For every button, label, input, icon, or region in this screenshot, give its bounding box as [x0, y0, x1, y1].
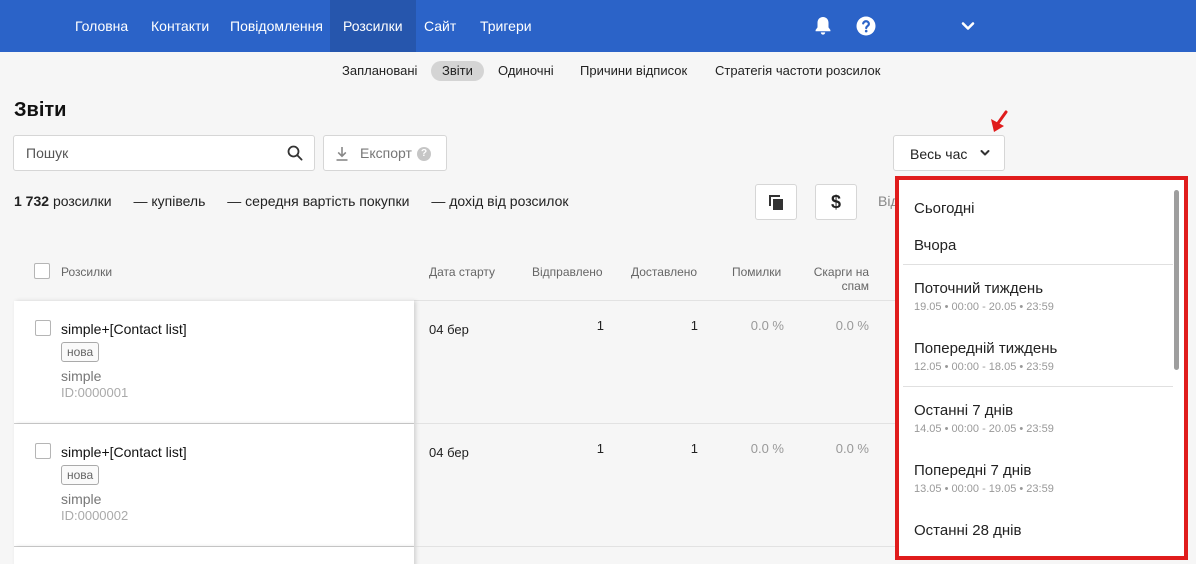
period-option-previous-week[interactable]: Попередній тиждень 12.05 • 00:00 - 18.05…: [914, 340, 1057, 373]
campaign-name[interactable]: simple+[Contact list]: [61, 444, 187, 460]
download-icon: [336, 147, 348, 161]
table-row[interactable]: [14, 547, 414, 564]
purchases-stat: — купівель: [133, 193, 206, 209]
export-label: Експорт: [360, 145, 412, 161]
currency-button[interactable]: $: [815, 184, 857, 220]
tab-frequency-strategy[interactable]: Стратегія частоти розсилок: [715, 61, 880, 81]
chevron-down-icon: [980, 150, 990, 156]
delivered-cell: 1: [690, 441, 698, 456]
delivered-cell: 1: [690, 318, 698, 333]
dropdown-scrollbar[interactable]: [1174, 190, 1179, 370]
spam-header-line1: Скарги на: [813, 265, 869, 279]
spam-cell: 0.0 %: [835, 441, 869, 456]
help-icon[interactable]: [854, 14, 878, 38]
period-option-label: Вчора: [914, 237, 957, 254]
start-date-cell: 04 бер: [429, 445, 469, 460]
chevron-down-icon[interactable]: [956, 14, 980, 38]
nav-item-messages[interactable]: Повідомлення: [230, 0, 323, 52]
column-header-sent[interactable]: Відправлено: [532, 265, 603, 279]
campaign-type: simple: [61, 368, 102, 384]
period-option-label: Попередній тиждень: [914, 340, 1058, 357]
stats-summary: 1 732 розсилки — купівель — середня варт…: [14, 193, 587, 209]
red-pointer-arrow-icon: [991, 110, 1008, 132]
period-option-previous-7-days[interactable]: Попередні 7 днів 13.05 • 00:00 - 19.05 •…: [914, 462, 1054, 495]
nav-item-campaigns[interactable]: Розсилки: [330, 0, 416, 52]
search-box: [13, 135, 315, 171]
menu-divider: [903, 264, 1173, 265]
bell-icon[interactable]: [811, 14, 835, 38]
campaign-name[interactable]: simple+[Contact list]: [61, 321, 187, 337]
copy-button[interactable]: [755, 184, 797, 220]
export-help-icon[interactable]: ?: [417, 147, 431, 161]
period-option-range: 14.05 • 00:00 - 20.05 • 23:59: [914, 423, 1054, 435]
status-badge: нова: [61, 465, 100, 485]
tab-single[interactable]: Одиночні: [498, 61, 554, 81]
column-header-campaigns[interactable]: Розсилки: [61, 265, 112, 279]
status-badge: нова: [61, 342, 100, 362]
period-option-range: 12.05 • 00:00 - 18.05 • 23:59: [914, 361, 1054, 373]
sent-cell: 1: [596, 441, 604, 456]
period-option-label: Поточний тиждень: [914, 280, 1044, 297]
period-option-yesterday[interactable]: Вчора: [914, 237, 956, 254]
dollar-icon: $: [830, 192, 841, 212]
column-header-start-date[interactable]: Дата старту: [429, 265, 495, 279]
table-row[interactable]: simple+[Contact list] нова simple ID:000…: [14, 301, 414, 424]
search-icon[interactable]: [287, 145, 303, 161]
spam-cell: 0.0 %: [835, 318, 869, 333]
table-row[interactable]: simple+[Contact list] нова simple ID:000…: [14, 424, 414, 547]
column-header-spam[interactable]: Скарги на спам: [806, 265, 869, 293]
avg-purchase-stat: — середня вартість покупки: [227, 193, 410, 209]
export-button[interactable]: Експорт ?: [323, 135, 447, 171]
revenue-stat: — дохід від розсилок: [431, 193, 569, 209]
nav-item-contacts[interactable]: Контакти: [151, 0, 209, 52]
nav-item-home[interactable]: Головна: [75, 0, 128, 52]
campaign-type: simple: [61, 491, 102, 507]
row-divider: [414, 300, 896, 301]
period-select[interactable]: Весь час: [893, 135, 1005, 171]
column-header-errors[interactable]: Помилки: [732, 265, 781, 279]
period-option-label: Попередні 7 днів: [914, 462, 1032, 479]
period-option-label: Останні 28 днів: [914, 522, 1022, 539]
copy-icon: [769, 195, 783, 210]
period-option-last-28-days[interactable]: Останні 28 днів: [914, 522, 1021, 539]
row-divider: [414, 423, 896, 424]
errors-cell: 0.0 %: [750, 318, 784, 333]
errors-cell: 0.0 %: [750, 441, 784, 456]
tab-reports[interactable]: Звіти: [431, 61, 484, 81]
tab-scheduled[interactable]: Заплановані: [342, 61, 417, 81]
period-option-range: 19.05 • 00:00 - 20.05 • 23:59: [914, 301, 1054, 313]
campaign-count-label: розсилки: [52, 193, 112, 209]
nav-item-site[interactable]: Сайт: [424, 0, 456, 52]
spam-header-line2: спам: [841, 279, 869, 293]
row-checkbox[interactable]: [35, 320, 51, 336]
row-checkbox[interactable]: [35, 443, 51, 459]
period-option-current-week[interactable]: Поточний тиждень 19.05 • 00:00 - 20.05 •…: [914, 280, 1054, 313]
menu-divider: [903, 386, 1173, 387]
period-dropdown-menu: Сьогодні Вчора Поточний тиждень 19.05 • …: [895, 176, 1188, 560]
tab-unsubscribe-reasons[interactable]: Причини відписок: [580, 61, 687, 81]
campaign-count: 1 732: [14, 193, 50, 209]
period-label: Весь час: [910, 146, 968, 162]
page-title: Звіти: [14, 99, 67, 121]
campaign-id: ID:0000001: [61, 385, 129, 400]
sent-cell: 1: [596, 318, 604, 333]
period-option-label: Останні 7 днів: [914, 402, 1014, 419]
period-option-last-7-days[interactable]: Останні 7 днів 14.05 • 00:00 - 20.05 • 2…: [914, 402, 1054, 435]
period-option-today[interactable]: Сьогодні: [914, 200, 975, 217]
search-input[interactable]: [26, 136, 276, 170]
select-all-checkbox[interactable]: [34, 263, 50, 279]
column-header-delivered[interactable]: Доставлено: [631, 265, 697, 279]
nav-item-triggers[interactable]: Тригери: [480, 0, 532, 52]
period-option-range: 13.05 • 00:00 - 19.05 • 23:59: [914, 483, 1054, 495]
top-navigation: Головна Контакти Повідомлення Розсилки С…: [0, 0, 1196, 52]
campaign-id: ID:0000002: [61, 508, 129, 523]
start-date-cell: 04 бер: [429, 322, 469, 337]
period-option-label: Сьогодні: [914, 200, 975, 217]
row-divider: [414, 546, 896, 547]
